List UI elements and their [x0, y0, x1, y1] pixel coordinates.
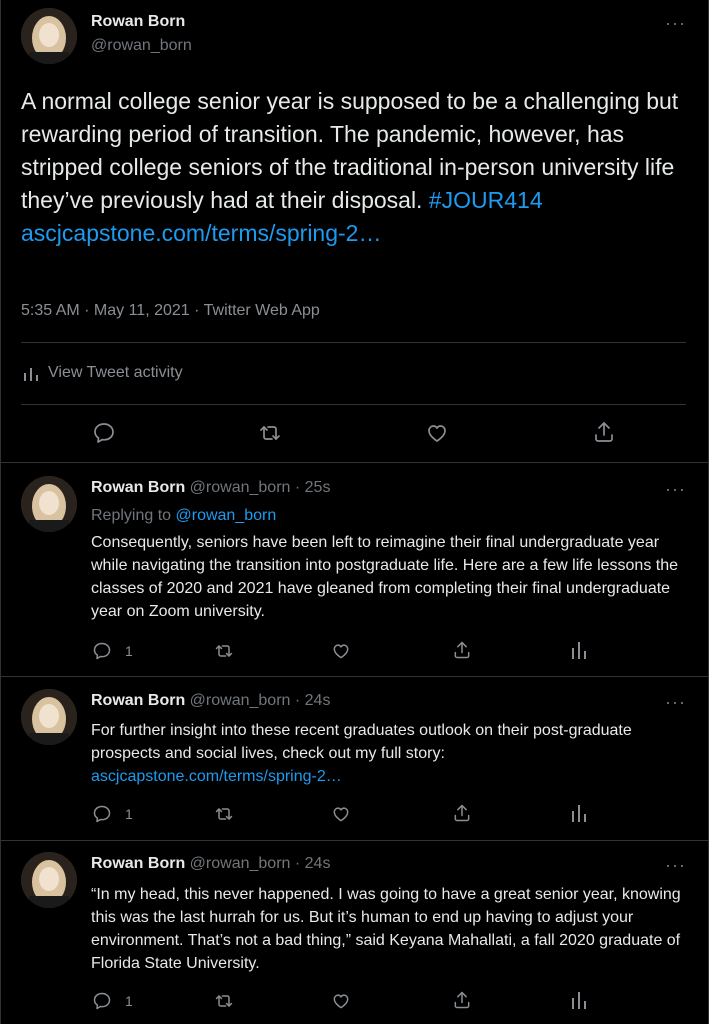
separator: ·: [290, 692, 305, 709]
replying-to: Replying to @rowan_born: [91, 507, 276, 525]
author-name[interactable]: Rowan Born: [91, 479, 185, 496]
more-dots-icon[interactable]: ···: [665, 14, 686, 32]
retweet-icon[interactable]: [213, 804, 235, 824]
view-tweet-activity-link[interactable]: View Tweet activity: [48, 364, 183, 382]
author-avatar[interactable]: [21, 689, 77, 745]
more-dots-icon[interactable]: ···: [665, 856, 686, 874]
replying-to-handle[interactable]: @rowan_born: [176, 507, 277, 524]
reply-header: Rowan Born @rowan_born · 24s: [91, 855, 330, 873]
author-handle[interactable]: @rowan_born: [190, 855, 291, 872]
reply-icon[interactable]: [92, 641, 112, 661]
divider: [21, 342, 686, 343]
divider: [21, 404, 686, 405]
share-icon[interactable]: [592, 420, 616, 444]
retweet-icon[interactable]: [213, 991, 235, 1011]
divider: [1, 676, 708, 677]
author-handle[interactable]: @rowan_born: [190, 692, 291, 709]
author-handle[interactable]: @rowan_born: [91, 37, 192, 55]
story-url-link[interactable]: ascjcapstone.com/terms/spring-2…: [91, 768, 342, 785]
reply-icon[interactable]: [92, 421, 116, 445]
like-heart-icon[interactable]: [331, 991, 351, 1011]
author-name[interactable]: Rowan Born: [91, 692, 185, 709]
tweet-analytics-icon[interactable]: [572, 991, 586, 1009]
tweet-body: A normal college senior year is supposed…: [21, 88, 679, 213]
reply-header: Rowan Born @rowan_born · 25s: [91, 479, 330, 497]
reply-time[interactable]: 24s: [305, 855, 331, 872]
reply-count: 1: [125, 993, 133, 1009]
more-dots-icon[interactable]: ···: [665, 480, 686, 498]
author-avatar[interactable]: [21, 476, 77, 532]
like-heart-icon[interactable]: [425, 421, 449, 445]
hashtag-link[interactable]: #JOUR414: [429, 187, 543, 213]
author-avatar[interactable]: [21, 852, 77, 908]
tweet-analytics-icon[interactable]: [572, 641, 586, 659]
more-dots-icon[interactable]: ···: [665, 693, 686, 711]
reply-header: Rowan Born @rowan_born · 24s: [91, 692, 330, 710]
author-name[interactable]: Rowan Born: [91, 13, 185, 31]
author-name[interactable]: Rowan Born: [91, 855, 185, 872]
reply-text: Consequently, seniors have been left to …: [91, 534, 679, 620]
tweet-url-link[interactable]: ascjcapstone.com/terms/spring-2…: [21, 220, 381, 246]
author-handle[interactable]: @rowan_born: [190, 479, 291, 496]
tweet-thread-frame: Rowan Born @rowan_born ··· A normal coll…: [0, 0, 709, 1024]
divider: [1, 462, 708, 463]
like-heart-icon[interactable]: [331, 804, 351, 824]
tweet-timestamp[interactable]: 5:35 AM · May 11, 2021 · Twitter Web App: [21, 302, 320, 320]
separator: ·: [290, 855, 305, 872]
retweet-icon[interactable]: [258, 421, 282, 445]
tweet-analytics-icon[interactable]: [572, 804, 586, 822]
retweet-icon[interactable]: [213, 641, 235, 661]
reply-icon[interactable]: [92, 991, 112, 1011]
separator: ·: [290, 479, 305, 496]
share-icon[interactable]: [452, 803, 472, 823]
reply-text: “In my head, this never happened. I was …: [91, 886, 681, 972]
reply-time[interactable]: 24s: [305, 692, 331, 709]
reply-count: 1: [125, 806, 133, 822]
reply-time[interactable]: 25s: [305, 479, 331, 496]
reply-text: For further insight into these recent gr…: [91, 719, 691, 788]
replying-to-label: Replying to: [91, 507, 176, 524]
reply-icon[interactable]: [92, 804, 112, 824]
share-icon[interactable]: [452, 640, 472, 660]
author-avatar[interactable]: [21, 8, 77, 64]
share-icon[interactable]: [452, 990, 472, 1010]
divider: [1, 840, 708, 841]
reply-body-text: For further insight into these recent gr…: [91, 722, 632, 762]
reply-count: 1: [125, 643, 133, 659]
bar-chart-icon: [23, 366, 39, 382]
tweet-text: A normal college senior year is supposed…: [21, 85, 681, 250]
like-heart-icon[interactable]: [331, 641, 351, 661]
